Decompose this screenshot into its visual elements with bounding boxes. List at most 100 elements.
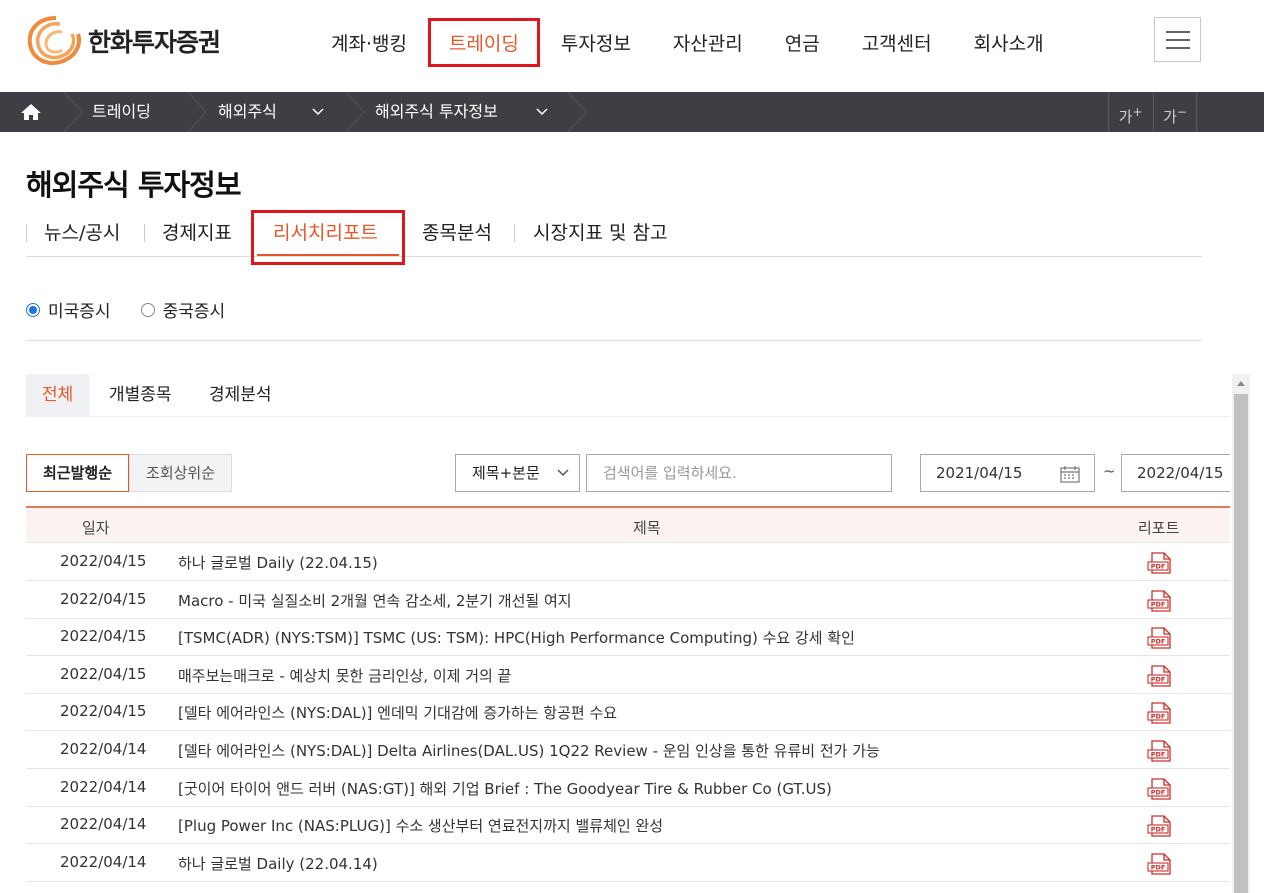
row-title-link[interactable]: [델타 에어라인스 (NYS:DAL)] 엔데믹 기대감에 증가하는 항공편 수… [178,702,617,723]
table-row[interactable]: 2022/04/14 하나 글로벌 Daily (22.04.14) PDF [26,844,1230,882]
hanwha-logo-icon [27,16,81,65]
table-row[interactable]: 2022/04/14 [Plug Power Inc (NAS:PLUG)] 수소… [26,806,1230,845]
tab-market-indicators[interactable]: 시장지표 및 참고 [533,218,667,245]
nav-customer-center[interactable]: 고객센터 [841,29,953,56]
pdf-icon[interactable]: PDF [1146,551,1174,575]
svg-text:PDF: PDF [1151,675,1166,683]
breadcrumb: 트레이딩 해외주식 해외주식 투자정보 [0,92,1264,132]
tab-divider [514,224,515,242]
svg-text:PDF: PDF [1151,638,1166,646]
tab-economic-indicators[interactable]: 경제지표 [162,218,232,245]
row-title-link[interactable]: [굿이어 타이어 앤드 러버 (NAS:GT)] 해외 기업 Brief : T… [178,778,832,799]
tab-news-disclosure[interactable]: 뉴스/공시 [44,218,120,245]
home-icon[interactable] [18,102,44,122]
breadcrumb-separator-icon [345,92,365,132]
radio-us-market[interactable]: 미국증시 [26,297,111,322]
svg-text:PDF: PDF [1151,751,1166,759]
row-title-link[interactable]: 하나 글로벌 Daily (22.04.14) [178,853,378,874]
pdf-icon[interactable]: PDF [1146,701,1174,725]
svg-text:PDF: PDF [1151,713,1166,721]
radio-us-market-label: 미국증시 [48,302,111,322]
pdf-icon[interactable]: PDF [1146,664,1174,688]
breadcrumb-overseas-stock[interactable]: 해외주식 [218,92,277,132]
font-size-decrease-button[interactable]: 가− [1153,92,1197,132]
pdf-icon[interactable]: PDF [1146,626,1174,650]
radio-checked-icon[interactable] [26,302,40,317]
radio-unchecked-icon[interactable] [140,302,155,317]
scrollbar-thumb[interactable] [1234,394,1248,893]
chevron-down-icon[interactable] [311,105,325,119]
active-tab-highlight [251,210,405,265]
column-title: 제목 [633,519,661,537]
row-date: 2022/04/15 [60,627,147,646]
nav-pension[interactable]: 연금 [764,29,841,56]
breadcrumb-separator-icon [63,92,83,132]
pdf-icon[interactable]: PDF [1146,777,1174,801]
row-title-link[interactable]: 하나 글로벌 Daily (22.04.15) [178,552,378,573]
chevron-down-icon [557,469,569,477]
table-row[interactable]: 2022/04/15 하나 글로벌 Daily (22.04.15) PDF [26,543,1230,581]
nav-trading[interactable]: 트레이딩 [427,17,540,67]
pdf-icon[interactable]: PDF [1146,814,1174,838]
row-title-link[interactable]: [델타 에어라인스 (NYS:DAL)] Delta Airlines(DAL.… [178,740,880,761]
tab-stock-analysis[interactable]: 종목분석 [422,218,492,245]
font-increase-label: 가 [1118,108,1133,126]
search-field-value: 제목+본문 [472,464,540,482]
table-row[interactable]: 2022/04/15 [델타 에어라인스 (NYS:DAL)] 엔데믹 기대감에 … [26,693,1230,732]
date-range-separator: ~ [1103,462,1116,480]
row-title-link[interactable]: Macro - 미국 실질소비 2개월 연속 감소세, 2분기 개선될 여지 [178,590,572,611]
svg-text:PDF: PDF [1151,788,1166,796]
nav-asset-management[interactable]: 자산관리 [652,29,764,56]
sort-options: 최근발행순 조회상위순 [26,454,233,492]
column-report: 리포트 [1138,519,1180,537]
market-selector: 미국증시 중국증시 [26,297,255,322]
row-date: 2022/04/14 [60,815,147,834]
pdf-icon[interactable]: PDF [1146,739,1174,763]
subtab-all[interactable]: 전체 [26,374,90,417]
breadcrumb-trading[interactable]: 트레이딩 [92,92,151,132]
row-date: 2022/04/14 [60,740,147,758]
table-row[interactable]: 2022/04/15 Macro - 미국 실질소비 2개월 연속 감소세, 2분… [26,581,1230,619]
nav-company-info[interactable]: 회사소개 [953,29,1065,56]
radio-china-market[interactable]: 중국증시 [140,297,225,322]
pdf-icon[interactable]: PDF [1146,589,1174,613]
row-date: 2022/04/15 [60,589,147,608]
calendar-icon[interactable] [1060,465,1080,483]
row-title-link[interactable]: [Plug Power Inc (NAS:PLUG)] 수소 생산부터 연료전지… [178,815,663,836]
scroll-up-arrow-icon[interactable] [1232,374,1250,394]
chevron-down-icon[interactable] [535,105,549,119]
search-field-select[interactable]: 제목+본문 [455,454,580,492]
row-title-link[interactable]: 매주보는매크로 - 예상치 못한 금리인상, 이제 거의 끝 [178,665,511,686]
font-size-increase-button[interactable]: 가+ [1108,92,1152,132]
nav-investment-info[interactable]: 투자정보 [540,29,652,56]
nav-account-banking[interactable]: 계좌·뱅킹 [310,29,428,56]
report-category-tabs: 전체 개별종목 경제분석 [26,374,1230,417]
subtab-individual-stocks[interactable]: 개별종목 [109,374,172,417]
date-to-field[interactable]: 2022/04/15 [1121,454,1230,492]
sort-latest-button[interactable]: 최근발행순 [26,454,130,492]
brand-logo[interactable]: 한화투자증권 [26,14,221,68]
search-input[interactable] [586,454,892,492]
table-row[interactable]: 2022/04/14 [델타 에어라인스 (NYS:DAL)] Delta Air… [26,731,1230,769]
table-row[interactable]: 2022/04/14 [굿이어 타이어 앤드 러버 (NAS:GT)] 해외 기업… [26,769,1230,807]
row-date: 2022/04/14 [60,777,147,796]
font-decrease-label: 가 [1163,108,1177,126]
svg-text:PDF: PDF [1151,600,1166,608]
table-row[interactable]: 2022/04/15 매주보는매크로 - 예상치 못한 금리인상, 이제 거의 끝… [26,656,1230,694]
site-header: 한화투자증권 계좌·뱅킹 트레이딩 투자정보 자산관리 연금 고객센터 회사소개 [0,0,1264,92]
active-tab-underline [257,254,399,256]
subtab-economic-analysis[interactable]: 경제분석 [209,374,272,417]
row-title-link[interactable]: [TSMC(ADR) (NYS:TSM)] TSMC (US: TSM): HP… [178,627,855,648]
pdf-icon[interactable]: PDF [1146,852,1174,876]
row-date: 2022/04/15 [60,702,147,721]
table-row[interactable]: 2022/04/15 [TSMC(ADR) (NYS:TSM)] TSMC (US… [26,618,1230,657]
date-from-value: 2021/04/15 [936,464,1023,482]
scrollbar[interactable] [1232,374,1250,893]
breadcrumb-overseas-investment-info[interactable]: 해외주식 투자정보 [375,92,498,132]
hamburger-menu-icon[interactable] [1154,17,1201,62]
row-date: 2022/04/14 [60,852,147,871]
breadcrumb-separator-icon [187,92,207,132]
sort-most-viewed-button[interactable]: 조회상위순 [129,454,233,492]
row-date: 2022/04/15 [60,664,147,683]
date-from-field[interactable]: 2021/04/15 [920,454,1095,492]
